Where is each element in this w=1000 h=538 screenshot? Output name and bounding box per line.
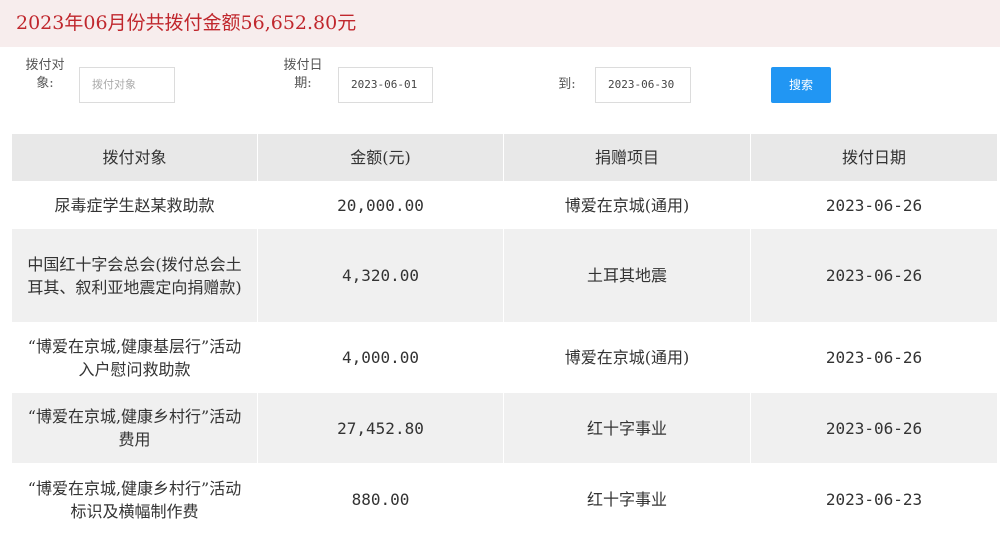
- date-filter-label: 拨付日 期:: [280, 57, 326, 93]
- cell-amount: 4,000.00: [257, 322, 504, 393]
- cell-project: 土耳其地震: [503, 228, 751, 323]
- cell-project: 红十字事业: [503, 392, 751, 464]
- table-row: “博爱在京城,健康乡村行”活动标识及横幅制作费 880.00 红十字事业 202…: [11, 463, 998, 536]
- table-row: 尿毒症学生赵某救助款 20,000.00 博爱在京城(通用) 2023-06-2…: [11, 181, 998, 229]
- date-to-input[interactable]: 2023-06-30: [595, 67, 691, 103]
- date-to-label: 到:: [558, 77, 576, 92]
- column-header-object: 拨付对象: [11, 133, 258, 182]
- cell-date: 2023-06-23: [750, 463, 998, 536]
- summary-banner: 2023年06月份共拨付金额56,652.80元: [0, 0, 1000, 47]
- cell-object: 中国红十字会总会(拨付总会土耳其、叙利亚地震定向捐赠款): [11, 228, 258, 323]
- column-header-amount: 金额(元): [257, 133, 504, 182]
- cell-project: 博爱在京城(通用): [503, 181, 751, 229]
- cell-object: 尿毒症学生赵某救助款: [11, 181, 258, 229]
- cell-object: “博爱在京城,健康乡村行”活动费用: [11, 392, 258, 464]
- object-search-input[interactable]: 拨付对象: [79, 67, 175, 103]
- cell-date: 2023-06-26: [750, 322, 998, 393]
- object-filter-label-line1: 拨付对: [25, 58, 65, 73]
- date-filter-label-line2: 期:: [294, 76, 312, 91]
- table-row: “博爱在京城,健康基层行”活动入户慰问救助款 4,000.00 博爱在京城(通用…: [11, 322, 998, 393]
- cell-date: 2023-06-26: [750, 181, 998, 229]
- object-filter-label: 拨付对 象:: [22, 57, 68, 93]
- cell-amount: 20,000.00: [257, 181, 504, 229]
- search-button[interactable]: 搜索: [771, 67, 831, 103]
- cell-project: 红十字事业: [503, 463, 751, 536]
- column-header-project: 捐赠项目: [503, 133, 751, 182]
- cell-amount: 4,320.00: [257, 228, 504, 323]
- table-row: 中国红十字会总会(拨付总会土耳其、叙利亚地震定向捐赠款) 4,320.00 土耳…: [11, 228, 998, 323]
- table-header-row: 拨付对象 金额(元) 捐赠项目 拨付日期: [11, 133, 998, 182]
- column-header-date: 拨付日期: [750, 133, 998, 182]
- cell-object: “博爱在京城,健康乡村行”活动标识及横幅制作费: [11, 463, 258, 536]
- date-from-input[interactable]: 2023-06-01: [338, 67, 433, 103]
- object-filter-label-line2: 象:: [36, 76, 54, 91]
- cell-project: 博爱在京城(通用): [503, 322, 751, 393]
- cell-amount: 27,452.80: [257, 392, 504, 464]
- cell-object: “博爱在京城,健康基层行”活动入户慰问救助款: [11, 322, 258, 393]
- cell-date: 2023-06-26: [750, 228, 998, 323]
- cell-amount: 880.00: [257, 463, 504, 536]
- cell-date: 2023-06-26: [750, 392, 998, 464]
- date-filter-label-line1: 拨付日: [283, 58, 323, 73]
- disbursement-table: 拨付对象 金额(元) 捐赠项目 拨付日期 尿毒症学生赵某救助款 20,000.0…: [11, 133, 998, 536]
- table-row: “博爱在京城,健康乡村行”活动费用 27,452.80 红十字事业 2023-0…: [11, 392, 998, 464]
